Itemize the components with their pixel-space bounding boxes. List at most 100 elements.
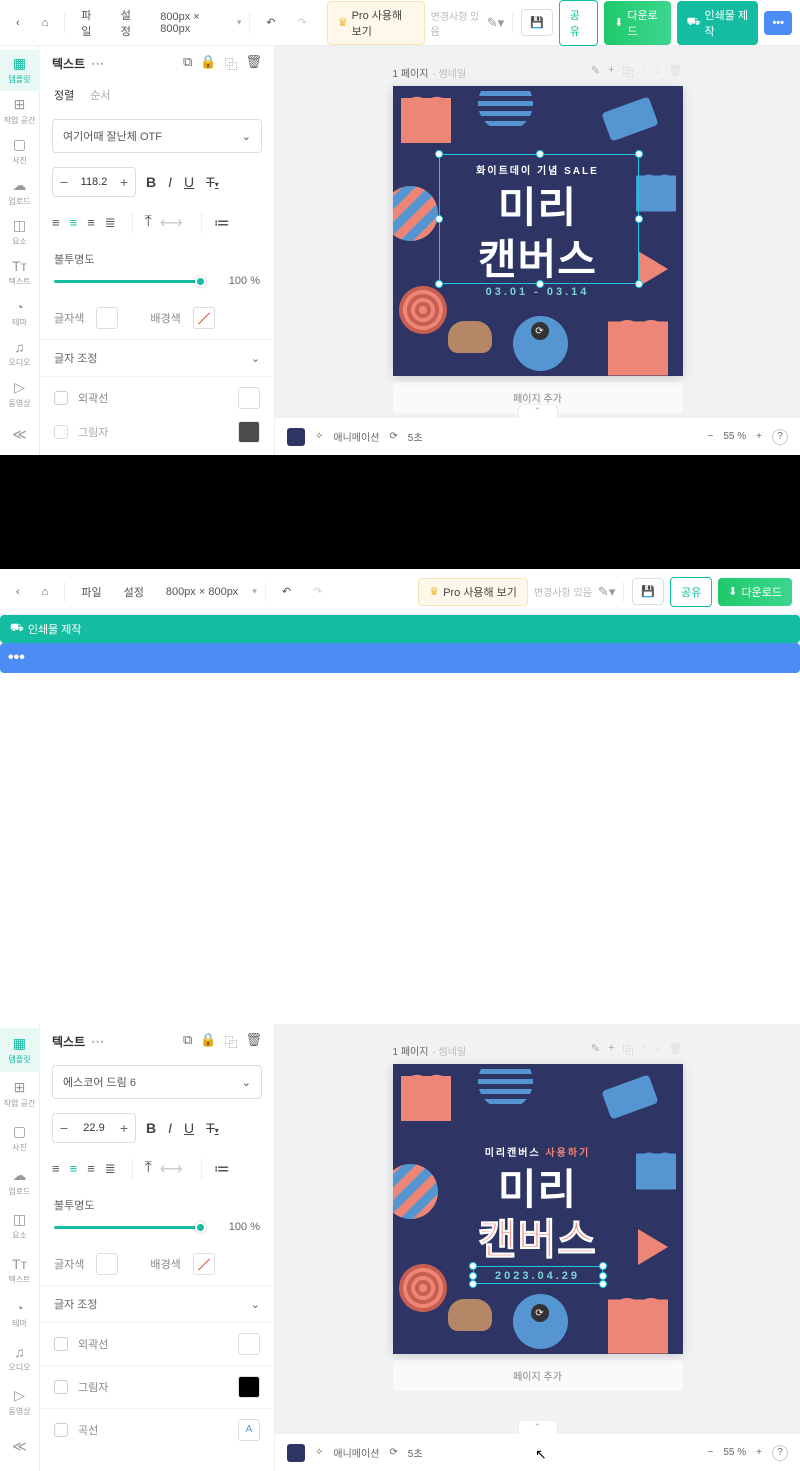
page-copy-icon[interactable]: ⿻ <box>623 1042 634 1058</box>
page-add-icon[interactable]: + <box>608 64 614 80</box>
bold-button[interactable]: B <box>146 1120 156 1136</box>
save-button[interactable]: 💾 <box>521 9 553 36</box>
list-button[interactable]: ≔ <box>201 1159 230 1179</box>
nav-audio[interactable]: ♫오디오 <box>0 334 40 375</box>
nav-collapse[interactable]: ≪ <box>0 415 40 456</box>
canvas-size[interactable]: 800px × 800px <box>152 6 231 40</box>
valign-middle-icon[interactable]: ⟷ <box>160 213 183 233</box>
page-add-icon[interactable]: + <box>608 1042 614 1058</box>
canvas-size[interactable]: 800px × 800px <box>158 581 246 603</box>
decrease-button[interactable]: − <box>53 1114 75 1142</box>
valign-top-icon[interactable]: ⤒ <box>145 213 152 233</box>
download-button[interactable]: ⬇다운로드 <box>718 578 792 606</box>
page-down-icon[interactable]: ↓ <box>655 64 661 80</box>
rotate-handle[interactable]: ⟳ <box>531 1304 549 1322</box>
more-button[interactable]: ••• <box>764 11 792 35</box>
align-center-icon[interactable]: ≡ <box>70 1161 78 1177</box>
redo-icon[interactable]: ↷ <box>305 580 330 603</box>
nav-theme[interactable]: ◔테마 <box>0 293 40 334</box>
nav-upload[interactable]: ☁업로드 <box>0 1160 40 1204</box>
nav-video[interactable]: ▷동영상 <box>0 1380 40 1424</box>
nav-photo[interactable]: ▢사진 <box>0 1116 40 1160</box>
text-color-swatch[interactable] <box>96 307 118 329</box>
italic-button[interactable]: I <box>168 174 172 190</box>
animation-icon[interactable]: ✧ <box>315 431 323 442</box>
page-copy-icon[interactable]: ⿻ <box>623 64 634 80</box>
align-justify-icon[interactable]: ≣ <box>105 215 116 231</box>
letter-spacing-row[interactable]: 글자 조정⌄ <box>40 339 274 376</box>
lock-icon[interactable]: 🔒 <box>200 54 216 73</box>
bg-color-swatch[interactable] <box>193 307 215 329</box>
edit-icon[interactable]: ✎▾ <box>487 15 504 31</box>
print-button[interactable]: ⛟인쇄물 제작 <box>677 1 759 45</box>
align-right-icon[interactable]: ≡ <box>87 215 95 231</box>
text-color-swatch[interactable] <box>96 1253 118 1275</box>
page-delete-icon[interactable]: 🗑 <box>669 64 683 80</box>
subtab-order[interactable]: 순서 <box>90 87 110 103</box>
download-button[interactable]: ⬇다운로드 <box>604 1 670 45</box>
opacity-slider[interactable] <box>54 1226 206 1229</box>
duration-value[interactable]: 5초 <box>408 1445 423 1460</box>
page-delete-icon[interactable]: 🗑 <box>669 1042 683 1058</box>
nav-audio[interactable]: ♫오디오 <box>0 1336 40 1380</box>
bold-button[interactable]: B <box>146 174 156 190</box>
nav-text[interactable]: T⁠ᴛ텍스트 <box>0 253 40 294</box>
nav-text[interactable]: T⁠ᴛ텍스트 <box>0 1248 40 1292</box>
bg-color-swatch[interactable] <box>287 428 305 446</box>
home-icon[interactable]: ⌂ <box>34 581 57 603</box>
nav-element[interactable]: ◫요소 <box>0 212 40 253</box>
help-icon[interactable]: ? <box>772 429 788 445</box>
letter-spacing-row[interactable]: 글자 조정⌄ <box>40 1285 274 1322</box>
outline-row[interactable]: 외곽선 <box>40 1322 274 1365</box>
more-button[interactable]: ••• <box>0 643 800 673</box>
align-right-icon[interactable]: ≡ <box>87 1161 95 1177</box>
shadow-row[interactable]: 그림자 <box>40 419 274 453</box>
rotate-handle[interactable]: ⟳ <box>531 322 549 340</box>
nav-video[interactable]: ▷동영상 <box>0 374 40 415</box>
file-menu[interactable]: 파일 <box>73 579 109 605</box>
duration-value[interactable]: 5초 <box>408 429 423 444</box>
nav-theme[interactable]: ◔테마 <box>0 1292 40 1336</box>
back-icon[interactable]: ‹ <box>8 581 28 603</box>
italic-button[interactable]: I <box>168 1120 172 1136</box>
zoom-in-button[interactable]: + <box>756 431 762 442</box>
design-canvas[interactable]: 미리캔버스 사용하기 미리 캔버스 2023.04.29 ⟳ <box>393 1064 683 1354</box>
pro-upgrade-button[interactable]: ♛Pro 사용해 보기 <box>418 578 528 606</box>
add-page-button[interactable]: 페이지 추가 <box>393 1360 683 1391</box>
settings-menu[interactable]: 설정 <box>116 579 152 605</box>
strikethrough-button[interactable]: T▾ <box>206 174 219 190</box>
strikethrough-button[interactable]: T▾ <box>206 1120 219 1136</box>
align-justify-icon[interactable]: ≣ <box>105 1161 116 1177</box>
undo-icon[interactable]: ↶ <box>258 11 283 34</box>
nav-photo[interactable]: ▢사진 <box>0 131 40 172</box>
page-up-icon[interactable]: ↑ <box>642 64 648 80</box>
increase-button[interactable]: + <box>113 1114 135 1142</box>
undo-icon[interactable]: ↶ <box>274 580 299 603</box>
valign-top-icon[interactable]: ⤒ <box>145 1159 152 1179</box>
copy-icon[interactable]: ⿻ <box>224 1032 237 1051</box>
subtab-align[interactable]: 정렬 <box>54 87 74 103</box>
font-size-input[interactable] <box>75 176 113 188</box>
delete-icon[interactable]: 🗑 <box>245 54 262 73</box>
delete-icon[interactable]: 🗑 <box>245 1032 262 1051</box>
file-menu[interactable]: 파일 <box>73 2 107 44</box>
increase-button[interactable]: + <box>113 168 135 196</box>
duplicate-icon[interactable]: ⧉ <box>183 1032 192 1051</box>
font-size-input[interactable] <box>75 1122 113 1134</box>
help-icon[interactable]: ? <box>772 1445 788 1461</box>
nav-template[interactable]: ▦템플릿 <box>0 1028 40 1072</box>
print-button[interactable]: ⛟인쇄물 제작 <box>0 615 800 643</box>
opacity-slider[interactable] <box>54 280 206 283</box>
align-center-icon[interactable]: ≡ <box>70 215 78 231</box>
nav-collapse[interactable]: ≪ <box>0 1424 40 1468</box>
font-selector[interactable]: 에스코어 드림 6⌄ <box>52 1065 262 1099</box>
bg-color-swatch[interactable] <box>287 1444 305 1462</box>
share-button[interactable]: 공유 <box>670 577 712 607</box>
settings-menu[interactable]: 설정 <box>113 2 147 44</box>
save-button[interactable]: 💾 <box>632 578 664 605</box>
zoom-level[interactable]: 55 % <box>723 1447 746 1458</box>
duplicate-icon[interactable]: ⧉ <box>183 54 192 73</box>
page-memo-icon[interactable]: ✎ <box>591 1042 600 1058</box>
nav-workspace[interactable]: ⊞작업 공간 <box>0 1072 40 1116</box>
edit-icon[interactable]: ✎▾ <box>598 584 615 600</box>
